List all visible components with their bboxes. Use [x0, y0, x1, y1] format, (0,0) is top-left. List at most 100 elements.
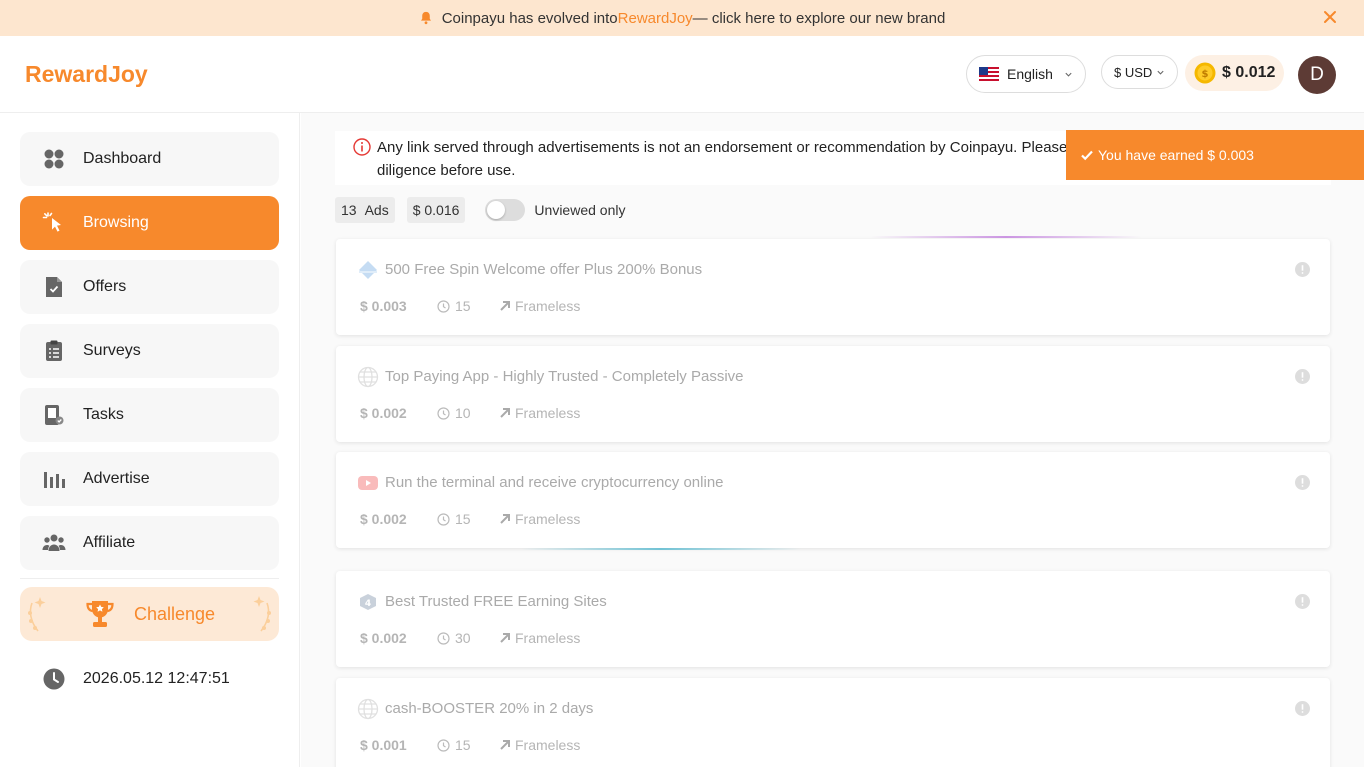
ad-title: cash-BOOSTER 20% in 2 days [385, 700, 594, 717]
info-icon[interactable] [1295, 701, 1310, 716]
arrow-up-right-icon [500, 633, 510, 643]
info-icon[interactable] [1295, 475, 1310, 490]
ad-type: Frameless [515, 630, 581, 646]
sidebar-item-tasks[interactable]: Tasks [20, 388, 279, 442]
arrow-up-right-icon [500, 408, 510, 418]
users-group-icon [42, 534, 66, 551]
currency-label: $ USD [1114, 64, 1153, 80]
ad-seconds: 15 [455, 737, 471, 753]
info-icon[interactable] [1295, 594, 1310, 609]
clock-icon [43, 668, 65, 690]
sidebar-item-offers[interactable]: Offers [20, 260, 279, 314]
timer-icon [437, 631, 450, 645]
sidebar: Dashboard Browsing Offers Surveys Tasks … [0, 113, 300, 767]
ad-title: Run the terminal and receive cryptocurre… [385, 474, 724, 491]
challenge-button[interactable]: Challenge [20, 587, 279, 641]
ad-title: Best Trusted FREE Earning Sites [385, 593, 607, 610]
chevron-down-icon [1157, 70, 1164, 75]
dashboard-icon [44, 149, 64, 169]
sidebar-item-label: Advertise [83, 470, 150, 487]
unviewed-only-toggle[interactable] [485, 199, 526, 221]
globe-icon [357, 698, 379, 720]
ads-total: $ 0.016 [412, 202, 460, 218]
ad-price: $ 0.002 [360, 405, 407, 421]
brand-logo[interactable]: RewardJoy [25, 61, 148, 88]
balance-value: $ 0.012 [1222, 64, 1276, 81]
ad-title: 500 Free Spin Welcome offer Plus 200% Bo… [385, 261, 703, 278]
banner-text-before: Coinpayu has evolved into [441, 9, 618, 27]
ad-price: $ 0.002 [360, 630, 407, 646]
ad-card[interactable]: 4 Best Trusted FREE Earning Sites $ 0.00… [336, 571, 1330, 667]
user-avatar[interactable]: D [1298, 56, 1336, 94]
ad-type: Frameless [515, 298, 581, 314]
cursor-click-icon [42, 212, 61, 232]
ad-seconds: 10 [455, 405, 471, 421]
close-icon[interactable] [1322, 9, 1338, 25]
youtube-icon [358, 476, 378, 490]
banner-brand[interactable]: RewardJoy [618, 10, 693, 27]
sidebar-item-label: Offers [83, 278, 127, 295]
main-content: Any link served through advertisements i… [301, 113, 1364, 767]
document-check-icon [46, 277, 62, 297]
language-selector[interactable]: English [966, 55, 1086, 93]
us-flag-icon [979, 67, 999, 81]
sidebar-item-affiliate[interactable]: Affiliate [20, 516, 279, 570]
sidebar-item-surveys[interactable]: Surveys [20, 324, 279, 378]
top-header: RewardJoy English $ USD $ $ 0.012 D [0, 36, 1364, 113]
globe-icon [357, 366, 379, 388]
arrow-up-right-icon [500, 514, 510, 524]
task-tablet-icon [45, 405, 64, 425]
ads-count-chip: 13 Ads [335, 197, 395, 223]
challenge-label: Challenge [133, 603, 216, 624]
bar-chart-icon [44, 472, 65, 488]
sidebar-divider [20, 578, 279, 579]
toggle-knob [487, 201, 506, 219]
ad-card[interactable]: 500 Free Spin Welcome offer Plus 200% Bo… [336, 239, 1330, 335]
sidebar-item-advertise[interactable]: Advertise [20, 452, 279, 506]
sidebar-item-browsing[interactable]: Browsing [20, 196, 279, 250]
check-icon [1081, 150, 1093, 161]
laurel-right-icon [253, 596, 271, 632]
banner-text-after: — click here to explore our new brand [692, 9, 946, 27]
ad-price: $ 0.002 [360, 511, 407, 527]
chevron-down-icon [1065, 72, 1072, 77]
datetime-value: 2026.05.12 12:47:51 [83, 670, 230, 687]
diamond-icon [359, 261, 377, 279]
coin-icon: $ [1194, 62, 1216, 84]
ad-price: $ 0.001 [360, 737, 407, 753]
app-logo-icon: 4 [360, 594, 376, 610]
info-icon[interactable] [1295, 369, 1310, 384]
ad-card[interactable]: cash-BOOSTER 20% in 2 days $ 0.001 15 Fr… [336, 678, 1330, 767]
laurel-left-icon [28, 597, 46, 632]
language-label: English [1007, 66, 1053, 82]
ads-label: Ads [364, 202, 389, 218]
timer-icon [437, 738, 450, 752]
earned-toast: You have earned $ 0.003 [1066, 130, 1364, 180]
sidebar-item-label: Surveys [83, 342, 141, 359]
announcement-banner[interactable]: Coinpayu has evolved into RewardJoy — cl… [0, 0, 1364, 36]
ad-card[interactable]: Run the terminal and receive cryptocurre… [336, 452, 1330, 548]
info-icon[interactable] [1295, 262, 1310, 277]
currency-selector[interactable]: $ USD [1101, 55, 1178, 89]
ad-type: Frameless [515, 405, 581, 421]
ad-seconds: 15 [455, 298, 471, 314]
ad-seconds: 30 [455, 630, 471, 646]
bell-icon [420, 11, 431, 25]
ad-price: $ 0.003 [360, 298, 407, 314]
sidebar-item-label: Tasks [83, 406, 124, 423]
ad-seconds: 15 [455, 511, 471, 527]
ad-type: Frameless [515, 511, 581, 527]
ads-count: 13 [341, 202, 357, 218]
ad-card[interactable]: Top Paying App - Highly Trusted - Comple… [336, 346, 1330, 442]
server-time: 2026.05.12 12:47:51 [20, 666, 279, 692]
ads-total-chip: $ 0.016 [406, 197, 466, 223]
timer-icon [437, 406, 450, 420]
sidebar-item-label: Affiliate [83, 534, 136, 551]
toast-text: You have earned $ 0.003 [1098, 147, 1254, 163]
decorative-glow-line [871, 236, 1141, 238]
balance-display[interactable]: $ $ 0.012 [1185, 55, 1284, 91]
trophy-icon [86, 601, 114, 627]
ads-stats-row: 13 Ads $ 0.016 Unviewed only [335, 197, 625, 223]
sidebar-item-dashboard[interactable]: Dashboard [20, 132, 279, 186]
sidebar-item-label: Dashboard [83, 150, 162, 167]
